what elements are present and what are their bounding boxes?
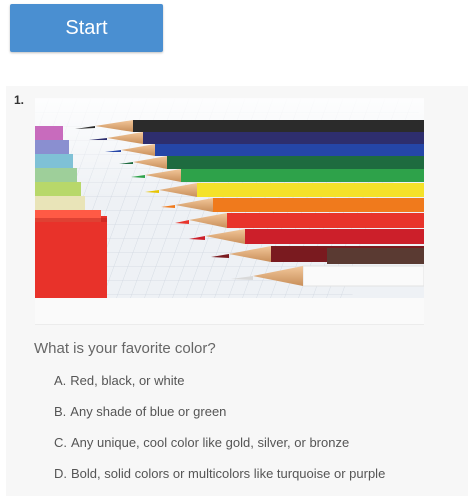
option-text: Red, black, or white [70,373,185,388]
option-letter: A. [54,373,67,388]
option-letter: C. [54,435,67,450]
image-footer [35,298,424,325]
question-card: 1. What is your favorite color? A. Red, … [6,86,468,496]
option-text: Any shade of blue or green [70,404,227,419]
option-text: Bold, solid colors or multicolors like t… [71,466,386,481]
option-text: Any unique, cool color like gold, silver… [71,435,350,450]
option-letter: B. [54,404,67,419]
question-text: What is your favorite color? [34,340,216,357]
option-d[interactable]: D. Bold, solid colors or multicolors like… [54,466,385,497]
option-b[interactable]: B. Any shade of blue or green [54,404,385,435]
option-letter: D. [54,466,67,481]
option-a[interactable]: A. Red, black, or white [54,373,385,404]
start-button[interactable]: Start [10,4,163,52]
answer-options: A. Red, black, or white B. Any shade of bl… [54,373,385,497]
colored-pencils-image [35,98,424,298]
question-number: 1. [14,93,25,107]
option-c[interactable]: C. Any unique, cool color like gold, silv… [54,435,385,466]
